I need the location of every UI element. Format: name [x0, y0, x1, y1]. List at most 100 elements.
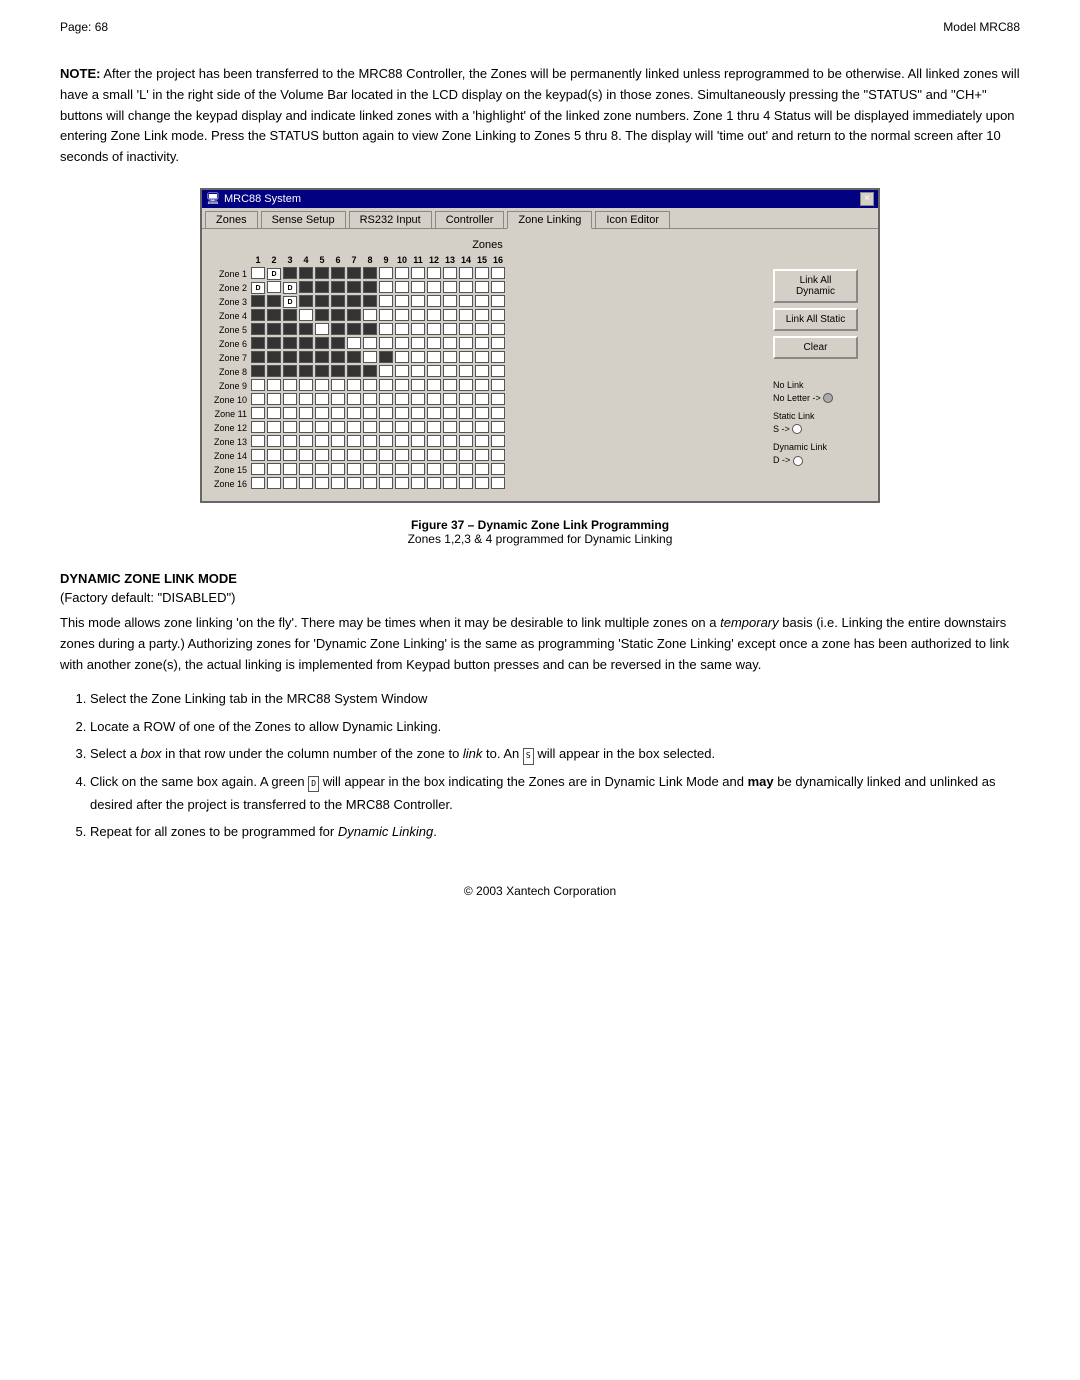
cell-row8-col12[interactable] — [426, 365, 442, 379]
cell-row10-col7[interactable] — [346, 393, 362, 407]
cell-row16-col4[interactable] — [298, 477, 314, 491]
cell-row14-col14[interactable] — [458, 449, 474, 463]
cell-row7-col5[interactable] — [314, 351, 330, 365]
tab-icon-editor[interactable]: Icon Editor — [595, 211, 670, 228]
cell-row13-col2[interactable] — [266, 435, 282, 449]
cell-row9-col1[interactable] — [250, 379, 266, 393]
cell-row1-col5[interactable] — [314, 267, 330, 281]
cell-row9-col12[interactable] — [426, 379, 442, 393]
cell-row3-col5[interactable] — [314, 295, 330, 309]
link-all-dynamic-button[interactable]: Link All Dynamic — [773, 269, 858, 303]
cell-row1-col13[interactable] — [442, 267, 458, 281]
cell-row15-col6[interactable] — [330, 463, 346, 477]
cell-row11-col14[interactable] — [458, 407, 474, 421]
cell-row10-col4[interactable] — [298, 393, 314, 407]
cell-row1-col8[interactable] — [362, 267, 378, 281]
cell-row1-col7[interactable] — [346, 267, 362, 281]
cell-row10-col6[interactable] — [330, 393, 346, 407]
cell-row9-col16[interactable] — [490, 379, 506, 393]
cell-row8-col7[interactable] — [346, 365, 362, 379]
cell-row9-col2[interactable] — [266, 379, 282, 393]
cell-row14-col13[interactable] — [442, 449, 458, 463]
cell-row9-col10[interactable] — [394, 379, 410, 393]
cell-row1-col12[interactable] — [426, 267, 442, 281]
cell-row7-col13[interactable] — [442, 351, 458, 365]
cell-row16-col2[interactable] — [266, 477, 282, 491]
cell-row1-col15[interactable] — [474, 267, 490, 281]
cell-row4-col9[interactable] — [378, 309, 394, 323]
cell-row16-col6[interactable] — [330, 477, 346, 491]
cell-row5-col11[interactable] — [410, 323, 426, 337]
cell-row2-col14[interactable] — [458, 281, 474, 295]
cell-row10-col3[interactable] — [282, 393, 298, 407]
clear-button[interactable]: Clear — [773, 336, 858, 359]
cell-row13-col14[interactable] — [458, 435, 474, 449]
cell-row10-col8[interactable] — [362, 393, 378, 407]
cell-row2-col3[interactable]: D — [282, 281, 298, 295]
cell-row10-col13[interactable] — [442, 393, 458, 407]
cell-row16-col8[interactable] — [362, 477, 378, 491]
cell-row8-col4[interactable] — [298, 365, 314, 379]
cell-row7-col11[interactable] — [410, 351, 426, 365]
cell-row7-col3[interactable] — [282, 351, 298, 365]
cell-row13-col5[interactable] — [314, 435, 330, 449]
cell-row2-col1[interactable]: D — [250, 281, 266, 295]
cell-row16-col13[interactable] — [442, 477, 458, 491]
cell-row3-col8[interactable] — [362, 295, 378, 309]
cell-row7-col2[interactable] — [266, 351, 282, 365]
cell-row13-col1[interactable] — [250, 435, 266, 449]
cell-row8-col10[interactable] — [394, 365, 410, 379]
cell-row14-col2[interactable] — [266, 449, 282, 463]
cell-row16-col3[interactable] — [282, 477, 298, 491]
cell-row8-col8[interactable] — [362, 365, 378, 379]
cell-row5-col5[interactable] — [314, 323, 330, 337]
cell-row13-col3[interactable] — [282, 435, 298, 449]
cell-row2-col9[interactable] — [378, 281, 394, 295]
cell-row7-col10[interactable] — [394, 351, 410, 365]
cell-row7-col16[interactable] — [490, 351, 506, 365]
cell-row6-col10[interactable] — [394, 337, 410, 351]
cell-row1-col4[interactable] — [298, 267, 314, 281]
cell-row12-col5[interactable] — [314, 421, 330, 435]
cell-row12-col11[interactable] — [410, 421, 426, 435]
cell-row16-col15[interactable] — [474, 477, 490, 491]
cell-row11-col9[interactable] — [378, 407, 394, 421]
cell-row8-col3[interactable] — [282, 365, 298, 379]
cell-row6-col4[interactable] — [298, 337, 314, 351]
cell-row4-col12[interactable] — [426, 309, 442, 323]
cell-row12-col10[interactable] — [394, 421, 410, 435]
cell-row10-col11[interactable] — [410, 393, 426, 407]
cell-row15-col16[interactable] — [490, 463, 506, 477]
cell-row4-col13[interactable] — [442, 309, 458, 323]
cell-row11-col3[interactable] — [282, 407, 298, 421]
cell-row8-col6[interactable] — [330, 365, 346, 379]
cell-row1-col14[interactable] — [458, 267, 474, 281]
cell-row4-col7[interactable] — [346, 309, 362, 323]
cell-row5-col13[interactable] — [442, 323, 458, 337]
cell-row12-col4[interactable] — [298, 421, 314, 435]
cell-row13-col16[interactable] — [490, 435, 506, 449]
cell-row15-col15[interactable] — [474, 463, 490, 477]
cell-row2-col5[interactable] — [314, 281, 330, 295]
cell-row16-col1[interactable] — [250, 477, 266, 491]
cell-row16-col9[interactable] — [378, 477, 394, 491]
cell-row15-col3[interactable] — [282, 463, 298, 477]
cell-row14-col5[interactable] — [314, 449, 330, 463]
cell-row4-col14[interactable] — [458, 309, 474, 323]
cell-row6-col5[interactable] — [314, 337, 330, 351]
cell-row6-col3[interactable] — [282, 337, 298, 351]
cell-row8-col5[interactable] — [314, 365, 330, 379]
cell-row5-col14[interactable] — [458, 323, 474, 337]
cell-row15-col10[interactable] — [394, 463, 410, 477]
cell-row12-col6[interactable] — [330, 421, 346, 435]
cell-row8-col9[interactable] — [378, 365, 394, 379]
cell-row7-col12[interactable] — [426, 351, 442, 365]
cell-row9-col4[interactable] — [298, 379, 314, 393]
cell-row7-col14[interactable] — [458, 351, 474, 365]
cell-row3-col1[interactable] — [250, 295, 266, 309]
cell-row6-col1[interactable] — [250, 337, 266, 351]
cell-row12-col2[interactable] — [266, 421, 282, 435]
cell-row11-col5[interactable] — [314, 407, 330, 421]
cell-row10-col12[interactable] — [426, 393, 442, 407]
cell-row13-col6[interactable] — [330, 435, 346, 449]
